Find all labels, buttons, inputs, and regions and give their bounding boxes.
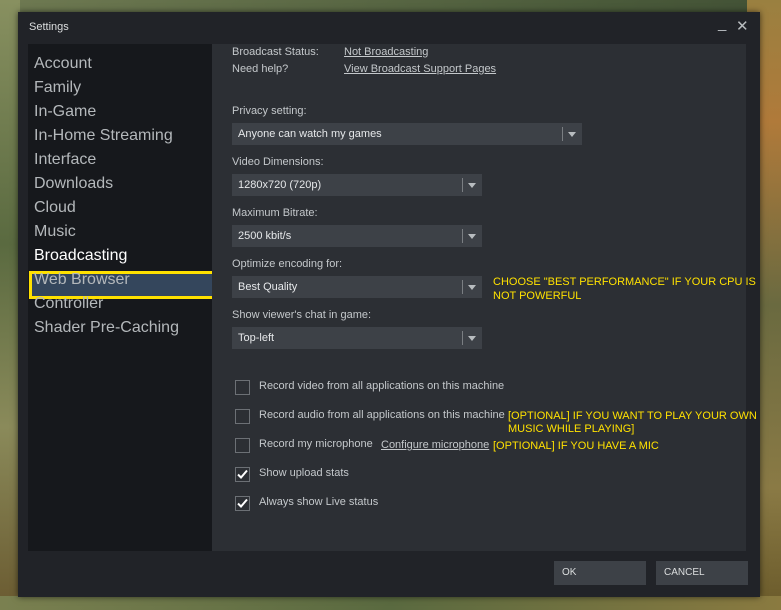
optimize-encoding-value: Best Quality <box>238 281 298 293</box>
sidebar-item-cloud[interactable]: Cloud <box>34 199 76 217</box>
mic-note: [OPTIONAL] IF YOU HAVE A MIC <box>493 440 659 452</box>
sidebar-item-downloads[interactable]: Downloads <box>34 175 113 193</box>
sidebar-item-shader-pre-caching[interactable]: Shader Pre-Caching <box>34 319 179 337</box>
max-bitrate-dropdown[interactable]: 2500 kbit/s <box>232 225 482 247</box>
viewer-chat-value: Top-left <box>238 332 275 344</box>
video-dimensions-dropdown[interactable]: 1280x720 (720p) <box>232 174 482 196</box>
viewer-chat-label: Show viewer's chat in game: <box>232 309 372 321</box>
optimize-encoding-label: Optimize encoding for: <box>232 258 343 270</box>
sidebar-item-in-game[interactable]: In-Game <box>34 103 96 121</box>
max-bitrate-label: Maximum Bitrate: <box>232 207 318 219</box>
desktop-background-bottom <box>0 596 781 610</box>
record-microphone-label: Record my microphone <box>259 438 373 450</box>
need-help-label: Need help? <box>232 63 289 75</box>
record-microphone-checkbox[interactable] <box>235 438 250 453</box>
record-video-label: Record video from all applications on th… <box>259 380 505 392</box>
ok-button[interactable]: OK <box>554 561 646 585</box>
cancel-button[interactable]: CANCEL <box>656 561 748 585</box>
video-dimensions-value: 1280x720 (720p) <box>238 179 322 191</box>
desktop-background-left <box>0 0 20 610</box>
record-audio-checkbox[interactable] <box>235 409 250 424</box>
sidebar-item-web-browser[interactable]: Web Browser <box>34 271 130 289</box>
chevron-down-icon <box>468 336 476 341</box>
minimize-button[interactable]: _ <box>718 15 726 32</box>
sidebar-item-in-home-streaming[interactable]: In-Home Streaming <box>34 127 173 145</box>
broadcast-status-link[interactable]: Not Broadcasting <box>344 46 428 58</box>
chevron-down-icon <box>568 132 576 137</box>
title-bar[interactable]: Settings _ ✕ <box>18 12 760 42</box>
chevron-down-icon <box>468 285 476 290</box>
sidebar-item-broadcasting[interactable]: Broadcasting <box>34 247 127 265</box>
audio-note-line-2: MUSIC WHILE PLAYING] <box>508 423 635 435</box>
privacy-setting-value: Anyone can watch my games <box>238 128 382 140</box>
record-video-checkbox[interactable] <box>235 380 250 395</box>
optimize-encoding-dropdown[interactable]: Best Quality <box>232 276 482 298</box>
settings-window: Settings _ ✕ Account Family In-Game In-H… <box>18 12 760 597</box>
configure-microphone-link[interactable]: Configure microphone <box>381 439 489 451</box>
privacy-setting-label: Privacy setting: <box>232 105 307 117</box>
live-status-checkbox[interactable] <box>235 496 250 511</box>
sidebar-item-interface[interactable]: Interface <box>34 151 96 169</box>
checkmark-icon <box>237 498 248 508</box>
upload-stats-checkbox[interactable] <box>235 467 250 482</box>
dropdown-separator <box>462 229 463 243</box>
viewer-chat-dropdown[interactable]: Top-left <box>232 327 482 349</box>
dropdown-separator <box>462 331 463 345</box>
ok-button-label: OK <box>562 567 577 578</box>
broadcast-status-label: Broadcast Status: <box>232 46 319 58</box>
chevron-down-icon <box>468 183 476 188</box>
settings-sidebar: Account Family In-Game In-Home Streaming… <box>28 44 223 551</box>
sidebar-item-music[interactable]: Music <box>34 223 76 241</box>
upload-stats-label: Show upload stats <box>259 467 349 479</box>
sidebar-item-controller[interactable]: Controller <box>34 295 103 313</box>
window-title: Settings <box>29 21 69 33</box>
close-button[interactable]: ✕ <box>736 17 749 35</box>
sidebar-item-family[interactable]: Family <box>34 79 81 97</box>
encoding-note-line-1: CHOOSE "BEST PERFORMANCE" IF YOUR CPU IS <box>493 276 756 288</box>
dropdown-separator <box>562 127 563 141</box>
video-dimensions-label: Video Dimensions: <box>232 156 324 168</box>
cancel-button-label: CANCEL <box>664 567 705 578</box>
checkmark-icon <box>237 469 248 479</box>
dropdown-separator <box>462 178 463 192</box>
chevron-down-icon <box>468 234 476 239</box>
sidebar-item-account[interactable]: Account <box>34 55 92 73</box>
record-audio-label: Record audio from all applications on th… <box>259 409 505 421</box>
encoding-note-line-2: NOT POWERFUL <box>493 290 582 302</box>
broadcasting-panel: Broadcast Status: Not Broadcasting Need … <box>212 44 757 551</box>
max-bitrate-value: 2500 kbit/s <box>238 230 292 242</box>
audio-note-line-1: [OPTIONAL] IF YOU WANT TO PLAY YOUR OWN <box>508 410 757 422</box>
dropdown-separator <box>462 280 463 294</box>
privacy-setting-dropdown[interactable]: Anyone can watch my games <box>232 123 582 145</box>
live-status-label: Always show Live status <box>259 496 379 508</box>
support-pages-link[interactable]: View Broadcast Support Pages <box>344 63 496 75</box>
